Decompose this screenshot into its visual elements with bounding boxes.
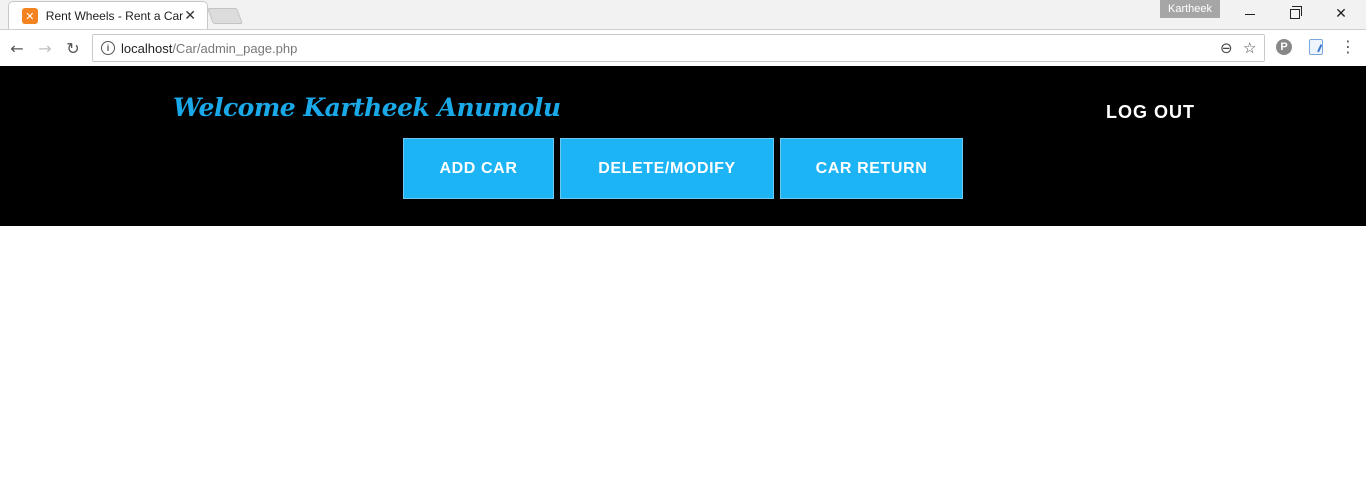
welcome-message: Welcome Kartheek Anumolu (173, 93, 561, 122)
delete-modify-button[interactable]: DELETE/MODIFY (560, 138, 774, 199)
reload-icon: ↻ (66, 38, 80, 58)
close-icon: ✕ (1335, 6, 1347, 22)
star-icon[interactable]: ☆ (1243, 39, 1256, 57)
browser-tab-strip: ✕ Rent Wheels - Rent a Car ✕ Kartheek ✕ (0, 0, 1366, 29)
new-tab-button[interactable] (207, 8, 243, 24)
restore-button[interactable] (1272, 0, 1318, 28)
profile-badge[interactable]: Kartheek (1160, 0, 1220, 18)
url-text[interactable]: localhost/Car/admin_page.php (121, 41, 297, 56)
kebab-menu-icon[interactable]: ⋮ (1340, 37, 1356, 56)
minimize-button[interactable] (1227, 0, 1273, 28)
logout-link[interactable]: LOG OUT (1106, 102, 1195, 123)
add-car-button[interactable]: ADD CAR (403, 138, 554, 199)
forward-arrow-icon: → (38, 38, 52, 58)
zoom-out-icon[interactable]: ⊖ (1220, 39, 1233, 57)
url-host: localhost (121, 41, 173, 56)
extension-p-icon[interactable]: P (1276, 39, 1292, 55)
browser-tab[interactable]: ✕ Rent Wheels - Rent a Car ✕ (8, 1, 208, 29)
forward-button[interactable]: → (33, 36, 57, 60)
extension-note-icon[interactable] (1309, 39, 1323, 55)
back-arrow-icon: ← (10, 38, 24, 58)
back-button[interactable]: ← (5, 36, 29, 60)
tab-title: Rent Wheels - Rent a Car (45, 9, 184, 23)
url-path: /Car/admin_page.php (172, 41, 298, 56)
minimize-icon (1245, 13, 1255, 15)
address-bar[interactable]: i localhost/Car/admin_page.php ⊖ ☆ (92, 34, 1265, 62)
close-window-button[interactable]: ✕ (1318, 0, 1364, 28)
xampp-icon: ✕ (22, 8, 38, 24)
reload-button[interactable]: ↻ (61, 36, 85, 60)
browser-toolbar: ← → ↻ i localhost/Car/admin_page.php ⊖ ☆… (0, 29, 1366, 66)
page-header: Welcome Kartheek Anumolu LOG OUT ADD CAR… (0, 66, 1366, 226)
close-tab-icon[interactable]: ✕ (183, 8, 197, 24)
info-icon[interactable]: i (101, 41, 115, 55)
car-return-button[interactable]: CAR RETURN (780, 138, 963, 199)
restore-icon (1290, 6, 1302, 19)
